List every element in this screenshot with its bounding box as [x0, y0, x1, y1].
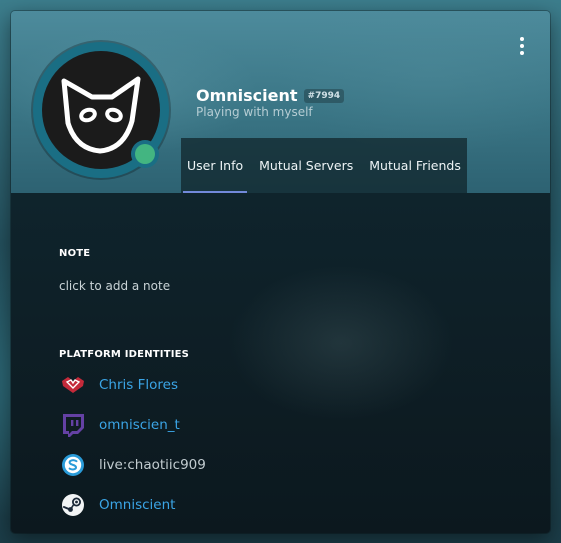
tab-mutual-friends[interactable]: Mutual Friends	[363, 138, 467, 193]
activity-status: Playing with myself	[196, 105, 313, 119]
more-options-icon[interactable]	[516, 37, 528, 59]
identity-name[interactable]: omniscien_t	[99, 417, 180, 433]
tab-mutual-servers[interactable]: Mutual Servers	[253, 138, 359, 193]
steam-icon	[59, 491, 87, 519]
battlenet-icon	[59, 371, 87, 399]
identity-battlenet: Chris Flores	[59, 371, 178, 399]
identity-twitch: omniscien_t	[59, 411, 180, 439]
profile-body: NOTE click to add a note PLATFORM IDENTI…	[11, 193, 550, 533]
note-input[interactable]: click to add a note	[59, 279, 170, 293]
identities-heading: PLATFORM IDENTITIES	[59, 349, 190, 360]
identity-name[interactable]: Omniscient	[99, 497, 175, 513]
avatar	[33, 42, 169, 178]
identity-name[interactable]: Chris Flores	[99, 377, 178, 393]
skype-icon	[59, 451, 87, 479]
status-online-icon	[131, 140, 159, 168]
identity-skype: live:chaotiic909	[59, 451, 206, 479]
identity-name: live:chaotiic909	[99, 457, 206, 473]
username: Omniscient	[196, 86, 298, 105]
profile-header: Omniscient #7994 Playing with myself User…	[11, 11, 550, 193]
discriminator: #7994	[303, 88, 345, 103]
identity-steam: Omniscient	[59, 491, 175, 519]
profile-tabs: User Info Mutual Servers Mutual Friends	[181, 138, 467, 193]
note-heading: NOTE	[59, 248, 91, 259]
tab-user-info[interactable]: User Info	[181, 138, 249, 193]
user-profile-modal: Omniscient #7994 Playing with myself User…	[11, 11, 550, 533]
twitch-icon	[59, 411, 87, 439]
username-block: Omniscient #7994	[196, 85, 345, 105]
